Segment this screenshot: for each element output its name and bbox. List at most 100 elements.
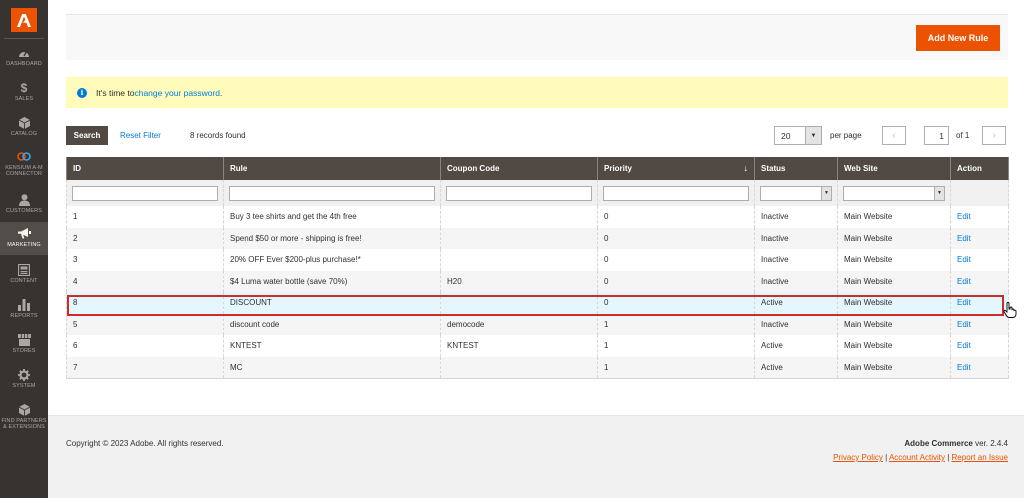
edit-link[interactable]: Edit xyxy=(957,363,971,372)
sidebar-item-dashboard[interactable]: DASHBOARD xyxy=(0,46,48,67)
cube-icon xyxy=(17,116,31,129)
cell-website: Main Website xyxy=(837,206,951,228)
table-row[interactable]: 7 MC 1 Active Main Website Edit xyxy=(66,356,1009,379)
filter-cell xyxy=(950,180,1009,206)
cell-rule: Spend $50 or more - shipping is free! xyxy=(223,227,441,249)
adobe-logo[interactable] xyxy=(11,8,37,32)
column-header-id[interactable]: ID xyxy=(66,157,224,180)
sidebar-divider xyxy=(4,38,44,39)
cell-rule: Buy 3 tee shirts and get the 4th free xyxy=(223,206,441,228)
cell-coupon xyxy=(440,356,598,379)
next-page-button[interactable]: › xyxy=(982,126,1006,145)
cell-coupon: KNTEST xyxy=(440,335,598,357)
filter-priority-input[interactable] xyxy=(603,185,749,201)
table-row[interactable]: 1 Buy 3 tee shirts and get the 4th free … xyxy=(66,206,1009,228)
connector-icon xyxy=(17,150,31,163)
cell-rule: 20% OFF Ever $200-plus purchase!* xyxy=(223,249,441,271)
sidebar-item-customers[interactable]: CUSTOMERS xyxy=(0,193,48,214)
dollar-icon: $ xyxy=(20,80,28,95)
cell-id: 5 xyxy=(66,313,224,335)
version-text: ver. 2.4.4 xyxy=(972,439,1008,448)
search-button[interactable]: Search xyxy=(66,126,108,145)
per-page-select[interactable]: 20 ▼ xyxy=(774,126,822,145)
column-header-web-site[interactable]: Web Site xyxy=(837,157,951,180)
sidebar-item-catalog[interactable]: CATALOG xyxy=(0,116,48,137)
table-row[interactable]: 4 $4 Luma water bottle (save 70%) H20 0 … xyxy=(66,270,1009,292)
edit-link[interactable]: Edit xyxy=(957,320,971,329)
filter-coupon-input[interactable] xyxy=(446,185,592,201)
chevron-down-icon[interactable]: ▼ xyxy=(805,127,821,144)
sidebar-item-kensium-connector[interactable]: KENSIUM A-M CONNECTOR xyxy=(0,150,48,177)
sidebar-item-content[interactable]: CONTENT xyxy=(0,263,48,284)
report-issue-link[interactable]: Report an Issue xyxy=(952,453,1008,462)
column-header-status[interactable]: Status xyxy=(754,157,838,180)
table-row[interactable]: 2 Spend $50 or more - shipping is free! … xyxy=(66,227,1009,249)
page-actions-bar: Add New Rule xyxy=(66,14,1008,60)
page-number-input[interactable]: 1 xyxy=(924,126,949,145)
filter-rule-input[interactable] xyxy=(229,185,435,201)
sidebar-item-label: SYSTEM xyxy=(12,383,36,389)
edit-link[interactable]: Edit xyxy=(957,298,971,307)
edit-link[interactable]: Edit xyxy=(957,255,971,264)
sidebar-item-system[interactable]: SYSTEM xyxy=(0,368,48,389)
account-activity-link[interactable]: Account Activity xyxy=(889,453,945,462)
cell-coupon: H20 xyxy=(440,270,598,292)
cell-action: Edit xyxy=(950,292,1009,314)
chevron-down-icon: ▼ xyxy=(934,186,944,200)
cell-action: Edit xyxy=(950,313,1009,335)
cell-id: 4 xyxy=(66,270,224,292)
content-icon xyxy=(17,263,31,276)
cell-website: Main Website xyxy=(837,227,951,249)
cell-id: 2 xyxy=(66,227,224,249)
per-page-label: per page xyxy=(830,131,862,140)
add-new-rule-button[interactable]: Add New Rule xyxy=(916,25,1000,51)
cell-priority: 1 xyxy=(597,313,755,335)
cell-id: 6 xyxy=(66,335,224,357)
notice-suffix: . xyxy=(220,87,223,98)
edit-link[interactable]: Edit xyxy=(957,277,971,286)
cell-priority: 1 xyxy=(597,335,755,357)
cell-rule: KNTEST xyxy=(223,335,441,357)
previous-page-button[interactable]: ‹ xyxy=(882,126,906,145)
privacy-policy-link[interactable]: Privacy Policy xyxy=(833,453,883,462)
sidebar-item-partners[interactable]: FIND PARTNERS & EXTENSIONS xyxy=(0,403,48,430)
sort-arrow-icon: ↓ xyxy=(743,163,749,173)
column-header-coupon-code[interactable]: Coupon Code xyxy=(440,157,598,180)
cell-priority: 0 xyxy=(597,249,755,271)
filter-status-select[interactable]: ▼ xyxy=(760,185,832,201)
table-row[interactable]: 5 discount code democode 1 Inactive Main… xyxy=(66,313,1009,335)
table-row[interactable]: 6 KNTEST KNTEST 1 Active Main Website Ed… xyxy=(66,335,1009,357)
filter-cell: ▼ xyxy=(754,180,838,206)
store-icon xyxy=(17,333,31,346)
table-row[interactable]: 3 20% OFF Ever $200-plus purchase!* 0 In… xyxy=(66,249,1009,271)
column-header-rule[interactable]: Rule xyxy=(223,157,441,180)
change-password-link[interactable]: change your password xyxy=(134,88,220,98)
cell-priority: 0 xyxy=(597,227,755,249)
cell-action: Edit xyxy=(950,270,1009,292)
edit-link[interactable]: Edit xyxy=(957,234,971,243)
sidebar-item-sales[interactable]: $ SALES xyxy=(0,80,48,103)
cell-rule: $4 Luma water bottle (save 70%) xyxy=(223,270,441,292)
edit-link[interactable]: Edit xyxy=(957,341,971,350)
cell-id: 3 xyxy=(66,249,224,271)
cell-status: Active xyxy=(754,292,838,314)
cell-priority: 0 xyxy=(597,206,755,228)
sidebar-item-stores[interactable]: STORES xyxy=(0,333,48,354)
cell-status: Inactive xyxy=(754,227,838,249)
table-row-highlighted[interactable]: 8 DISCOUNT 0 Active Main Website Edit xyxy=(66,292,1009,314)
reset-filter-link[interactable]: Reset Filter xyxy=(120,131,161,140)
cell-website: Main Website xyxy=(837,335,951,357)
cell-coupon xyxy=(440,292,598,314)
edit-link[interactable]: Edit xyxy=(957,212,971,221)
filter-website-select[interactable]: ▼ xyxy=(843,185,945,201)
chevron-right-icon: › xyxy=(992,130,996,141)
sidebar-item-label: SALES xyxy=(14,96,34,102)
column-header-priority[interactable]: Priority ↓ xyxy=(597,157,755,180)
sidebar-item-marketing[interactable]: MARKETING xyxy=(0,222,48,255)
cell-action: Edit xyxy=(950,335,1009,357)
filter-cell xyxy=(223,180,441,206)
sidebar-item-reports[interactable]: REPORTS xyxy=(0,298,48,319)
grid-toolbar: Search Reset Filter 8 records found 20 ▼… xyxy=(66,126,1008,146)
filter-id-input[interactable] xyxy=(72,185,218,201)
filter-cell xyxy=(597,180,755,206)
